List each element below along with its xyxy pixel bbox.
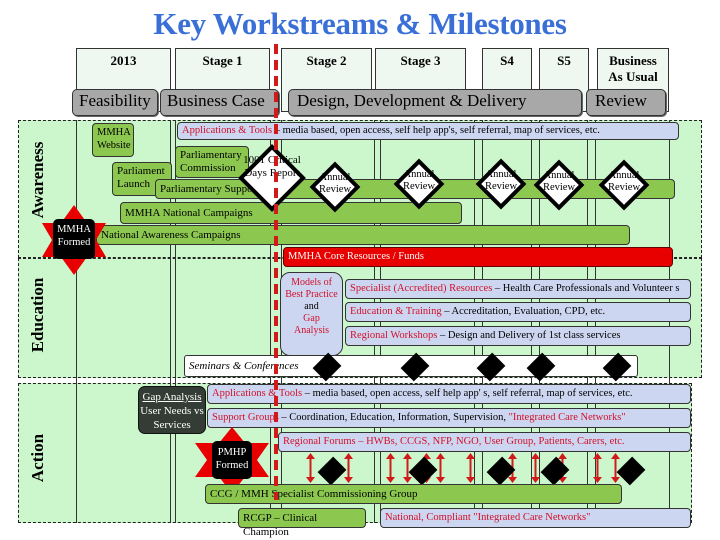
double-arrow-icon <box>306 453 315 488</box>
double-arrow-icon <box>466 453 475 488</box>
milestone-annual-review: Annual Review <box>532 158 586 212</box>
lane-label-education: Education <box>28 277 47 353</box>
regional-forums-bar: Regional Forums – HWBs, CCGS, NFP, NGO, … <box>278 432 691 452</box>
regional-workshops-bar: Regional Workshops – Design and Delivery… <box>345 326 691 346</box>
gap-analysis-title: Gap Analysis <box>142 391 202 403</box>
phase-business-case: Business Case <box>160 89 279 116</box>
mmha-website-box: MMHA Website <box>92 123 134 157</box>
training-desc: – Accreditation, Evaluation, CPD, etc. <box>441 306 606 317</box>
mmha-core-resources-bar: MMHA Core Resources / Funds <box>283 247 673 267</box>
annual-review-label: Annual Review <box>318 172 352 195</box>
milestone-annual-review: Annual Review <box>597 158 651 212</box>
rcgp-clinical-champion-bar: RCGP – Clinical Champion <box>238 508 366 538</box>
integrated-care-networks-label: "Integrated Care Networks" <box>508 412 626 423</box>
regional-forums-label: Regional Forums – HWBs, CCGS, NFP, NGO, … <box>283 436 625 447</box>
double-arrow-icon <box>386 453 395 488</box>
page-title: Key Workstreams & Milestones <box>153 6 567 41</box>
specialist-resources-bar: Specialist (Accredited) Resources – Heal… <box>345 279 691 299</box>
annual-review-label: Annual Review <box>607 170 641 193</box>
double-arrow-icon <box>436 453 445 488</box>
annual-review-label: Annual Review <box>402 169 436 192</box>
milestone-annual-review: Annual Review <box>474 157 528 211</box>
phase-feasibility: Feasibility <box>72 89 158 116</box>
models-best-practice-box: Models of Best Practice and Gap Analysis <box>280 272 343 356</box>
apps-tools-label: Applications & Tools <box>182 125 273 136</box>
mmha-formed-star: MMHA Formed <box>42 205 106 275</box>
apps-tools-label: Applications & Tools <box>212 388 303 399</box>
double-arrow-icon <box>531 453 540 488</box>
annual-review-label: Annual Review <box>542 170 576 193</box>
ccg-commissioning-group-bar: CCG / MMH Specialist Commissioning Group <box>205 484 622 504</box>
specialist-desc: – Health Care Professionals and Voluntee… <box>492 283 680 294</box>
pmhp-formed-label: PMHP Formed <box>215 447 249 471</box>
training-label: Education & Training <box>350 306 442 317</box>
milestone-annual-review: Annual Review <box>392 157 446 211</box>
education-training-bar: Education & Training – Accreditation, Ev… <box>345 302 691 322</box>
double-arrow-icon <box>593 453 602 488</box>
current-date-marker <box>274 44 278 500</box>
support-groups-label: Support Groups <box>212 412 279 423</box>
apps-tools-desc: – media based, open access, self help ap… <box>272 125 600 136</box>
specialist-label: Specialist (Accredited) Resources <box>350 283 493 294</box>
mmha-formed-label: MMHA Formed <box>57 224 91 248</box>
action-apps-tools-bar: Applications & Tools – media based, open… <box>207 384 691 404</box>
workshops-desc: – Design and Delivery of 1st class servi… <box>437 330 621 341</box>
awareness-apps-tools-bar: Applications & Tools – media based, open… <box>177 122 679 140</box>
milestone-annual-review: Annual Review <box>308 160 362 214</box>
workshops-label: Regional Workshops <box>350 330 438 341</box>
models-best-practice-label: Models of Best Practice <box>285 277 338 300</box>
annual-review-label: Annual Review <box>484 169 518 192</box>
critical-days-label: 1001 Critical Days Report <box>243 154 301 179</box>
gap-analysis-label: Gap Analysis <box>294 313 329 336</box>
support-groups-bar: Support Groups – Coordination, Education… <box>207 408 691 428</box>
lane-label-action: Action <box>28 433 47 483</box>
support-groups-desc: – Coordination, Education, Information, … <box>278 412 509 423</box>
national-networks-bar: National, Compliant "Integrated Care Net… <box>380 508 691 528</box>
milestone-critical-days-report: 1001 Critical Days Report <box>236 142 308 214</box>
apps-tools-desc: – media based, open access, self help ap… <box>302 388 633 399</box>
grid-line <box>76 120 77 523</box>
models-and-label: and <box>304 301 319 312</box>
national-awareness-campaigns-bar: National Awareness Campaigns <box>96 225 630 245</box>
national-networks-label: National, Compliant "Integrated Care Net… <box>385 512 591 523</box>
phase-design-development-delivery: Design, Development & Delivery <box>288 89 582 116</box>
phase-review: Review <box>586 89 666 116</box>
